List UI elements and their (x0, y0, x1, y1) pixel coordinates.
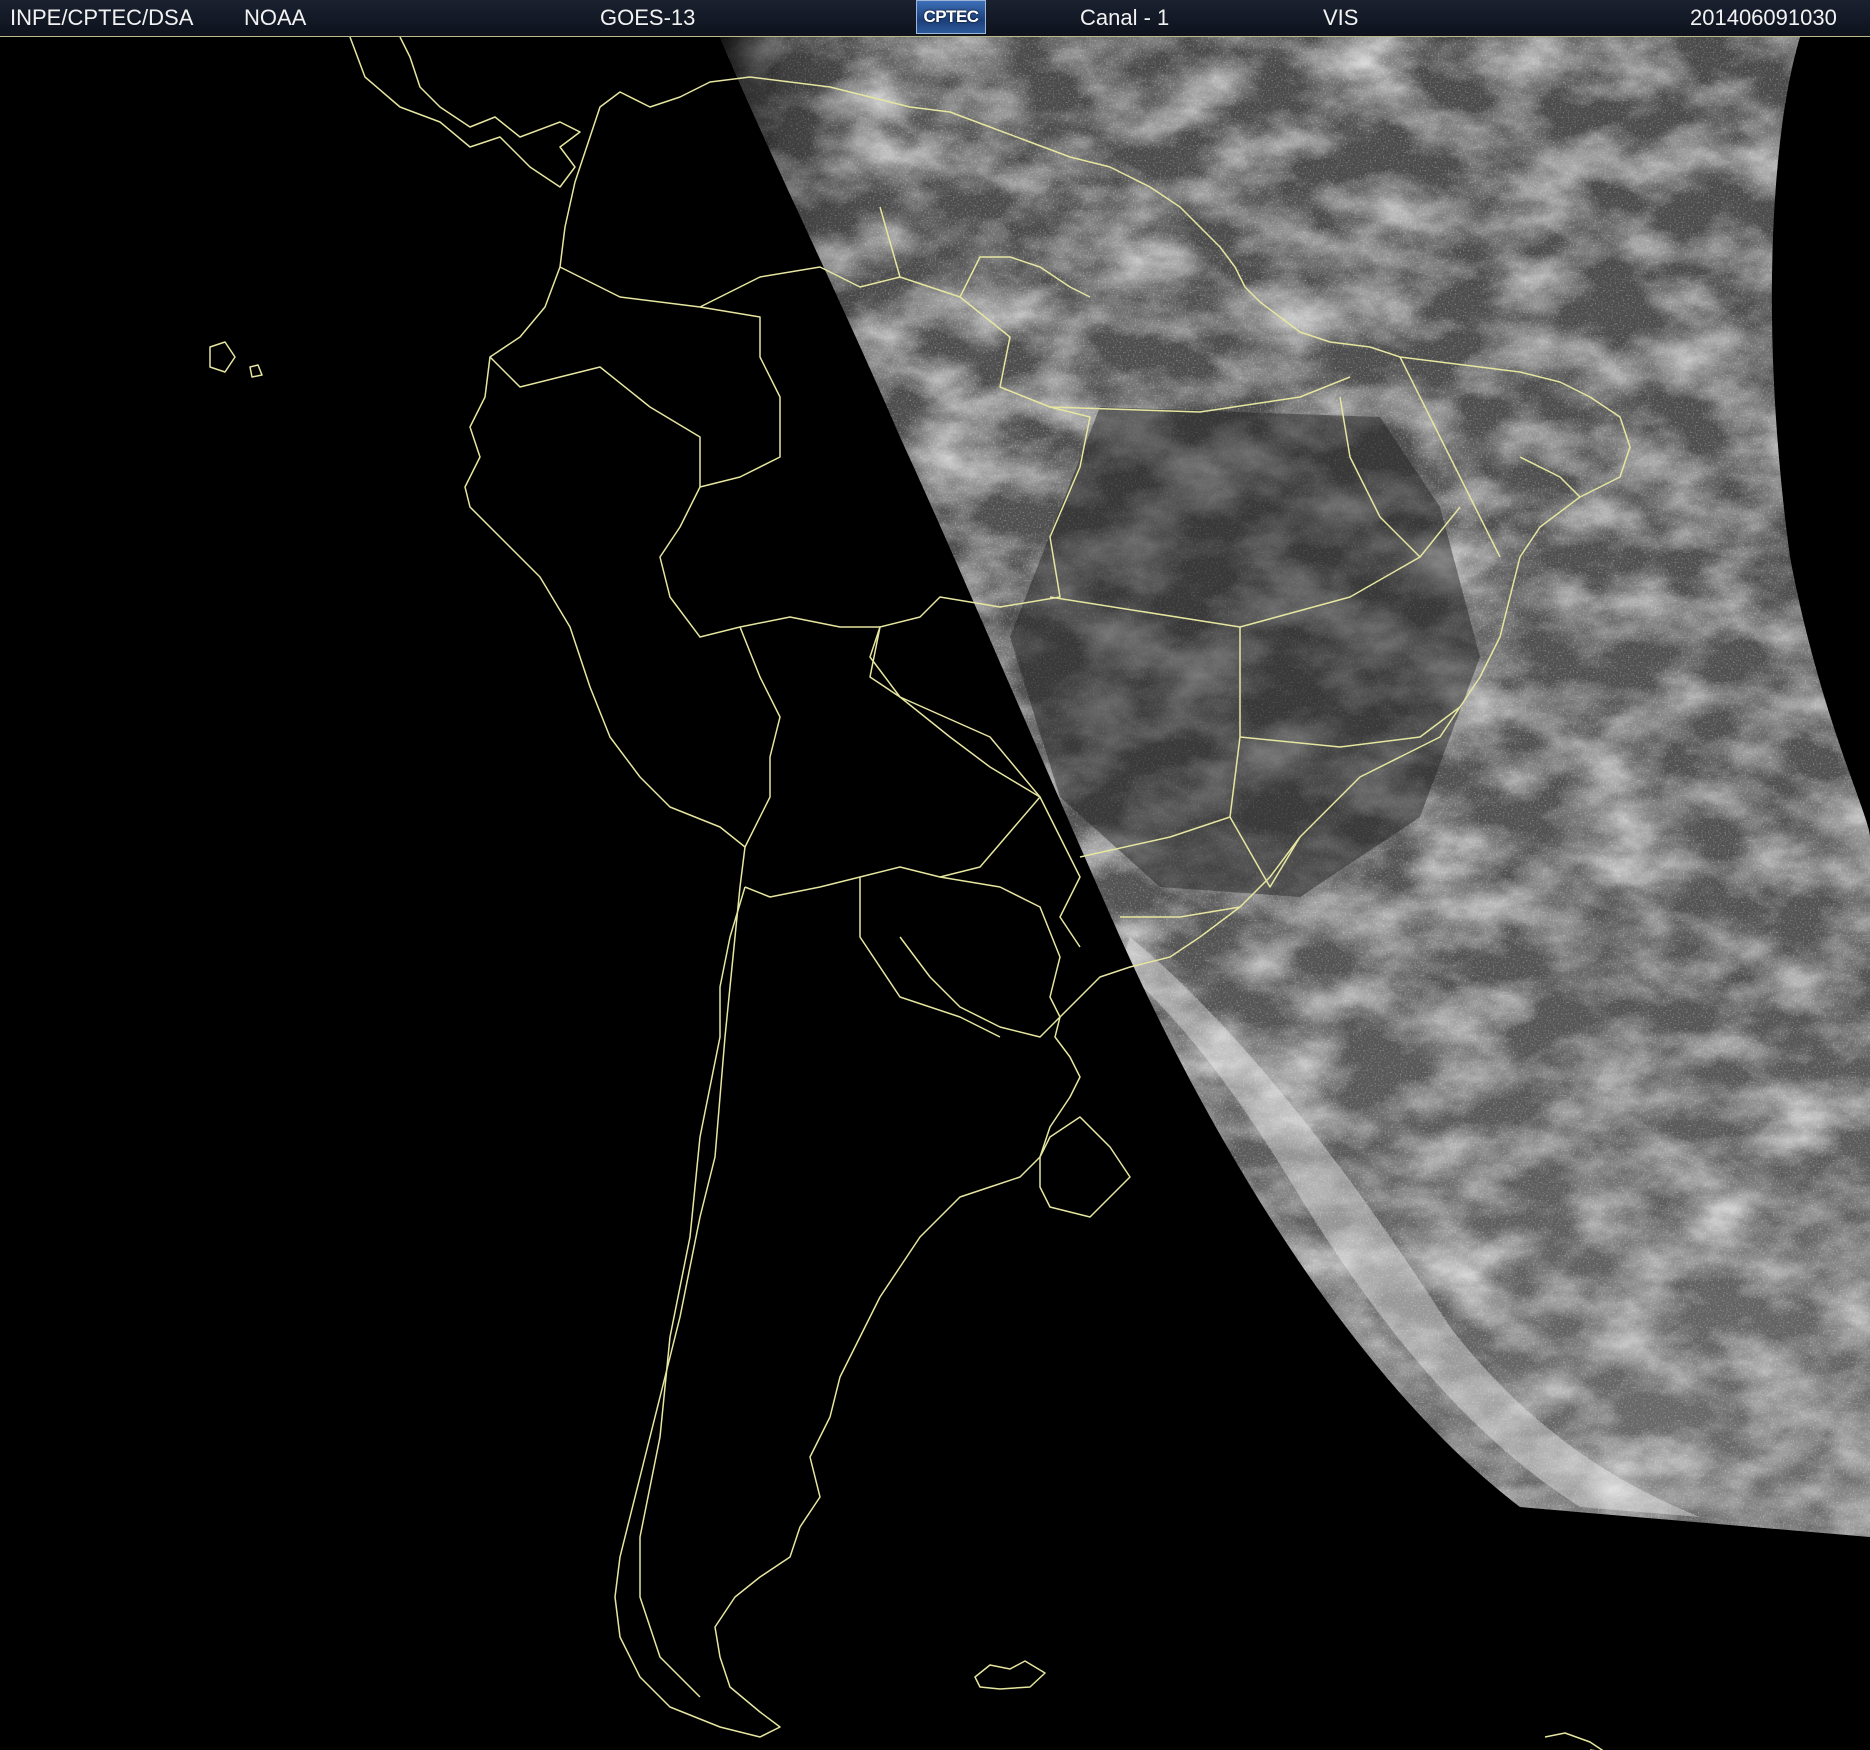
cptec-logo: CPTEC (916, 0, 986, 34)
timestamp-label: 201406091030 (1690, 5, 1837, 30)
central-america-coast (349, 37, 581, 188)
colombia-border (559, 266, 781, 488)
argentina-north-border (859, 877, 1001, 1038)
galapagos-islands (209, 341, 236, 373)
satellite-map (209, 37, 1870, 1750)
image-header-bar: INPE/CPTEC/DSA NOAA GOES-13 CPTEC Canal … (0, 0, 1870, 37)
ecuador-peru-border (489, 356, 701, 487)
logo-text: CPTEC (923, 7, 979, 26)
source-label: INPE/CPTEC/DSA (10, 5, 194, 30)
south-georgia-island (1544, 1732, 1604, 1750)
uruguay-border (1039, 1116, 1131, 1218)
falkland-islands (974, 1660, 1046, 1690)
peru-brazil-border (659, 486, 880, 638)
paraguay-border (899, 876, 1061, 1038)
channel-label: Canal - 1 (1080, 5, 1170, 30)
satellite-label: GOES-13 (600, 5, 696, 30)
peru-bolivia-border (739, 626, 781, 848)
illuminated-area (720, 37, 1870, 1537)
band-label: VIS (1323, 5, 1359, 30)
bolivia-border (744, 626, 1041, 898)
chile-argentina-border (639, 886, 746, 1698)
agency-label: NOAA (244, 5, 307, 30)
